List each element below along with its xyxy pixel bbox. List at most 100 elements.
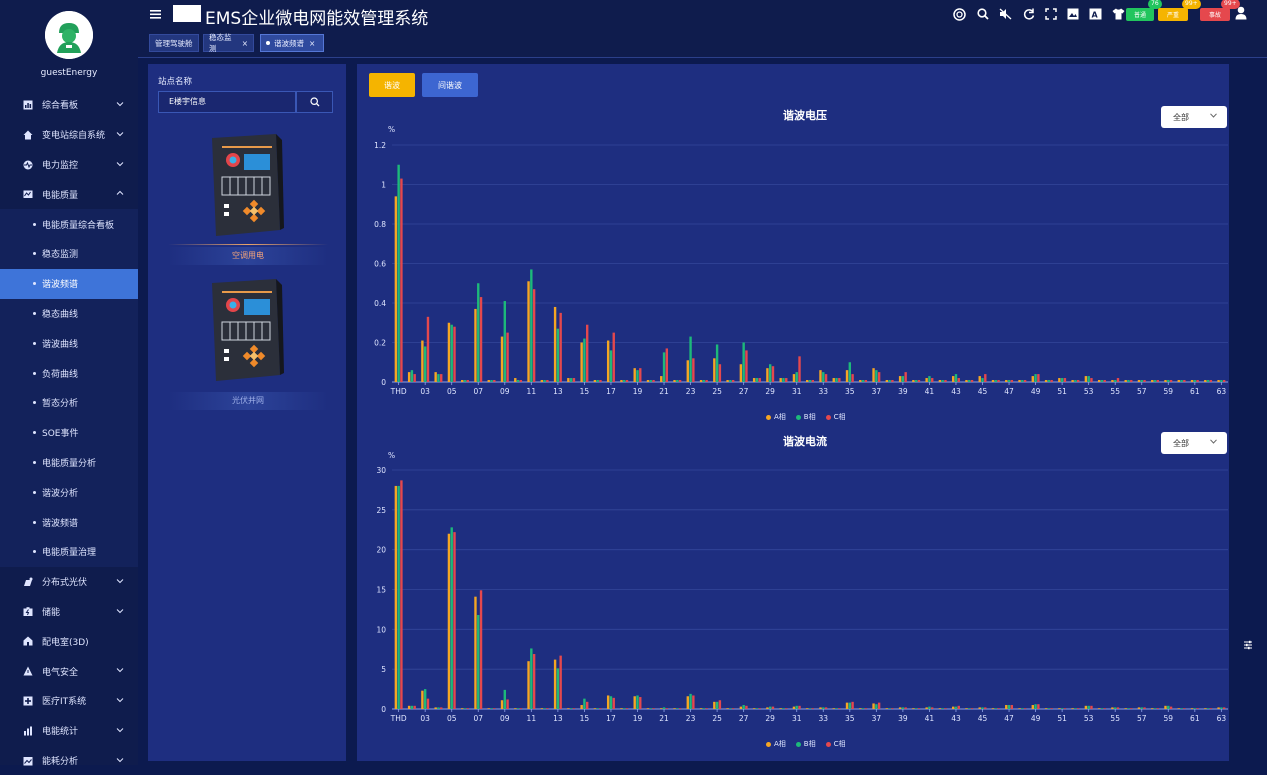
bar bbox=[540, 708, 544, 709]
bar bbox=[851, 374, 854, 382]
bar bbox=[1151, 708, 1154, 709]
bar bbox=[835, 708, 838, 709]
legend-item[interactable]: C相 bbox=[825, 739, 846, 749]
bar bbox=[991, 708, 995, 709]
bar bbox=[678, 380, 682, 382]
bar bbox=[580, 342, 583, 382]
bar bbox=[991, 380, 995, 382]
x-tick-label: 49 bbox=[1031, 714, 1041, 723]
bar bbox=[1063, 708, 1067, 709]
y-tick-label: 0.8 bbox=[374, 220, 386, 229]
bar bbox=[702, 380, 706, 382]
bar bbox=[423, 346, 427, 382]
bar bbox=[559, 655, 562, 709]
bar bbox=[407, 705, 411, 709]
x-tick-label: 51 bbox=[1057, 714, 1067, 723]
legend-item[interactable]: C相 bbox=[825, 412, 846, 422]
bar bbox=[970, 708, 974, 709]
bar bbox=[938, 708, 942, 709]
bar bbox=[1090, 378, 1093, 382]
bar bbox=[1190, 380, 1194, 382]
bar bbox=[593, 380, 597, 382]
bar bbox=[596, 708, 599, 709]
bar bbox=[1164, 705, 1167, 709]
bar bbox=[1164, 380, 1167, 382]
legend-item[interactable]: A相 bbox=[766, 739, 786, 749]
bar bbox=[665, 348, 669, 382]
bar bbox=[1018, 708, 1021, 709]
bar bbox=[553, 659, 557, 709]
legend-item[interactable]: A相 bbox=[766, 412, 786, 422]
x-tick-label: 49 bbox=[1031, 387, 1041, 396]
bar bbox=[660, 708, 663, 709]
bar bbox=[758, 378, 761, 382]
bar bbox=[506, 332, 509, 382]
legend-dot bbox=[825, 414, 831, 420]
bar bbox=[400, 480, 403, 709]
bar bbox=[689, 336, 692, 382]
bar bbox=[1100, 708, 1104, 709]
bar bbox=[1196, 380, 1199, 382]
bar bbox=[898, 376, 902, 382]
bar bbox=[514, 378, 517, 382]
bar bbox=[997, 380, 1000, 382]
bar bbox=[1169, 706, 1173, 709]
x-tick-label: 15 bbox=[580, 714, 590, 723]
bar bbox=[914, 380, 918, 382]
bar bbox=[1050, 708, 1053, 709]
settings-sliders-icon[interactable] bbox=[1243, 640, 1253, 650]
bar bbox=[1196, 708, 1199, 709]
bar bbox=[413, 705, 416, 709]
bar bbox=[891, 708, 894, 709]
legend-dot bbox=[795, 741, 801, 747]
bar bbox=[636, 695, 639, 709]
bar bbox=[1018, 380, 1021, 382]
bar bbox=[410, 705, 414, 709]
bar bbox=[944, 380, 947, 382]
bar bbox=[463, 708, 467, 709]
bar bbox=[1007, 705, 1011, 709]
x-tick-label: 07 bbox=[473, 387, 483, 396]
bar bbox=[633, 696, 636, 709]
bar bbox=[477, 283, 480, 382]
bar bbox=[739, 364, 743, 382]
bar bbox=[639, 368, 642, 382]
y-tick-label: 0.6 bbox=[374, 260, 386, 269]
y-tick-label: 0.2 bbox=[374, 339, 386, 348]
x-tick-label: 37 bbox=[872, 714, 882, 723]
bar bbox=[872, 368, 875, 382]
bar bbox=[1140, 707, 1143, 709]
bar bbox=[479, 297, 483, 382]
x-tick-label: 63 bbox=[1217, 387, 1227, 396]
bar bbox=[569, 708, 573, 709]
bar bbox=[898, 707, 902, 709]
bar bbox=[596, 380, 599, 382]
x-tick-label: 29 bbox=[765, 387, 775, 396]
bar bbox=[530, 269, 533, 382]
bar bbox=[928, 706, 931, 709]
bar bbox=[859, 708, 862, 709]
bar bbox=[912, 708, 915, 709]
bar bbox=[877, 372, 881, 382]
bar bbox=[981, 707, 984, 709]
bar bbox=[1060, 378, 1064, 382]
bar bbox=[1222, 707, 1226, 709]
bar bbox=[838, 378, 841, 382]
bar bbox=[925, 378, 928, 382]
bar bbox=[572, 708, 576, 709]
legend-item[interactable]: B相 bbox=[795, 739, 816, 749]
bar bbox=[625, 380, 629, 382]
bar bbox=[514, 708, 517, 709]
bar bbox=[795, 705, 798, 709]
bar bbox=[450, 527, 453, 709]
bar bbox=[1177, 380, 1180, 382]
bar bbox=[1190, 708, 1194, 709]
x-tick-label: 59 bbox=[1164, 387, 1174, 396]
legend-item[interactable]: B相 bbox=[795, 412, 816, 422]
x-tick-label: 31 bbox=[792, 714, 802, 723]
bar bbox=[745, 705, 748, 709]
voltage-legend: A相 B相 C相 bbox=[766, 412, 846, 422]
bar bbox=[606, 695, 610, 709]
x-tick-label: 03 bbox=[420, 387, 430, 396]
bar bbox=[612, 332, 615, 382]
